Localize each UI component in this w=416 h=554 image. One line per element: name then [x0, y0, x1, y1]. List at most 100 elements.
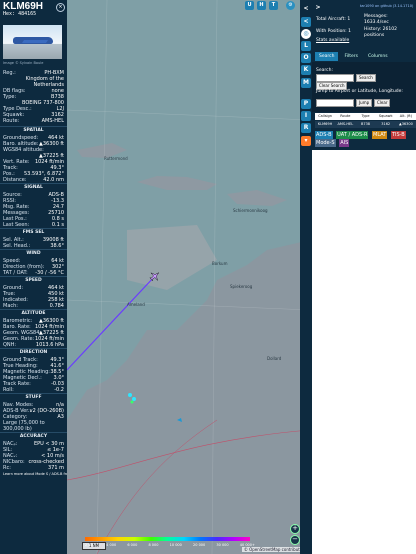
info-row-label: Roll:: [3, 387, 14, 393]
toolbar-button-k[interactable]: K: [301, 65, 311, 75]
filter-icon[interactable]: ▾: [301, 136, 311, 146]
info-footer[interactable]: Learn more about Mode S / ADS-B from the…: [0, 471, 67, 477]
map-button-u[interactable]: U: [245, 1, 254, 10]
source-adsb: ADS-B: [315, 131, 333, 139]
with-position: With Position: 1: [316, 29, 351, 34]
info-row-label: Distance:: [3, 177, 27, 183]
altitude-tick: 20 000: [193, 543, 206, 547]
toolbar-button-r[interactable]: R: [301, 123, 311, 133]
altitude-tick: 4 000: [106, 543, 117, 547]
jump-button[interactable]: Jump: [356, 99, 373, 107]
column-header[interactable]: Callsign: [315, 113, 335, 120]
section-header[interactable]: ALTITUDE: [0, 309, 67, 318]
column-header[interactable]: Type: [355, 113, 375, 120]
tab-search[interactable]: Search: [315, 52, 339, 61]
source-legend: ADS-B UAT / ADS-R MLAT TIS-B Mode-S AIS: [315, 131, 415, 147]
info-row: Mach: 0.784: [0, 303, 67, 309]
place-label-dollard: Dollard: [267, 356, 282, 361]
aircraft-photo[interactable]: [3, 25, 62, 59]
toolbar-back-arrow[interactable]: <: [301, 17, 311, 27]
map[interactable]: Ruttermond Ameland Spiekeroog Schiermonn…: [67, 0, 310, 554]
section-header[interactable]: FMS SEL: [0, 228, 67, 237]
tab-filters[interactable]: Filters: [340, 52, 362, 61]
altitude-tick: 10 000: [169, 543, 182, 547]
info-row-label: Mach:: [3, 303, 18, 309]
section-header[interactable]: SPATIAL: [0, 126, 67, 135]
toolbar-button-o[interactable]: O: [301, 53, 311, 63]
info-row-label: 300,000 lb): [3, 426, 32, 432]
info-row: Route: AMS-HEL: [0, 118, 67, 124]
collapse-arrow-icon[interactable]: <: [301, 4, 311, 14]
table-row[interactable]: KLM69H AMS-HEL B738 3162 ▲36300: [315, 121, 416, 128]
toolbar-button-l[interactable]: L: [301, 41, 311, 51]
column-header[interactable]: Route: [335, 113, 355, 120]
jump-input[interactable]: [316, 99, 354, 107]
place-label-ameland: Ameland: [127, 302, 145, 307]
section-header[interactable]: SIGNAL: [0, 183, 67, 192]
source-uat: UAT / ADS-R: [336, 131, 369, 139]
info-row: Last Seen: 0.1 s: [0, 222, 67, 228]
info-row-value: 0.1 s: [51, 222, 64, 228]
section-header[interactable]: WIND: [0, 249, 67, 258]
center-target-icon[interactable]: ◎: [301, 29, 311, 39]
info-row-value: AMS-HEL: [41, 118, 64, 124]
aircraft-table-header[interactable]: Callsign Route Type Squawk Alt. (ft): [315, 113, 416, 120]
map-button-h[interactable]: H: [257, 1, 266, 10]
section-header[interactable]: ACCURACY: [0, 432, 67, 441]
table-cell: 3162: [381, 122, 391, 126]
info-row: TAT / OAT: -30 / -56 °C: [0, 270, 67, 276]
toolbar-button-m[interactable]: M: [301, 78, 311, 88]
place-label-ruttermond: Ruttermond: [104, 156, 128, 161]
expand-arrow-icon[interactable]: >: [314, 3, 322, 13]
search-input[interactable]: [316, 74, 354, 82]
source-mlat: MLAT: [372, 131, 388, 139]
info-row-value: 1013.6 hPa: [35, 342, 64, 348]
info-row-label: Sel. Head.:: [3, 243, 31, 249]
source-modes: Mode-S: [315, 139, 336, 147]
info-row-value: 38.6°: [50, 243, 64, 249]
tab-columns[interactable]: Columns: [364, 52, 392, 61]
source-tisb: TIS-B: [390, 131, 406, 139]
detail-sections: SPATIAL Groundspeed: 464 kt Baro. altitude:…: [0, 126, 67, 477]
place-label-schiermonnikoog: Schiermonnikoog: [233, 208, 268, 213]
info-row-label: TAT / OAT:: [3, 270, 28, 276]
settings-gear-icon[interactable]: ⚙: [286, 1, 295, 10]
toolbar-button-p[interactable]: P: [301, 99, 311, 109]
info-row: 300,000 lb): [0, 426, 67, 432]
messages-rate: 1633.4/sec: [364, 20, 389, 25]
photo-credit: Image © Sylvain Boule: [3, 61, 44, 65]
altitude-tick: 6 000: [127, 543, 138, 547]
history-label: History: 26102: [364, 27, 397, 32]
zoom-in-button[interactable]: +: [290, 524, 300, 534]
info-row-value: -0.2: [54, 387, 64, 393]
info-row-label: Route:: [3, 118, 20, 124]
right-panel: > tar1090 on github (3.14.1710) Total Ai…: [312, 0, 416, 554]
zoom-out-button[interactable]: −: [290, 535, 300, 545]
close-icon[interactable]: ×: [56, 3, 65, 12]
github-link[interactable]: tar1090 on github (3.14.1710): [360, 4, 413, 8]
info-row-value: -30 / -56 °C: [35, 270, 64, 276]
info-panel: KLM69H Hex: 484165 × Image © Sylvain Bou…: [0, 0, 67, 554]
right-toolbar: < < ◎ L O K M P I R ▾: [300, 0, 312, 554]
column-header[interactable]: Alt. (ft): [396, 113, 416, 120]
table-cell: AMS-HEL: [337, 122, 354, 126]
altitude-tick: 30 000: [216, 543, 229, 547]
panel-tabs: Search Filters Columns: [315, 52, 392, 61]
map-attribution[interactable]: © OpenStreetMap contributors: [241, 547, 308, 552]
search-panel: Search: Search Clear Search Jump to Airp…: [312, 62, 416, 112]
toolbar-button-i[interactable]: I: [301, 111, 311, 121]
total-aircraft: Total Aircraft: 1: [316, 17, 351, 22]
section-header[interactable]: SPEED: [0, 276, 67, 285]
info-row: Sel. Head.: 38.6°: [0, 243, 67, 249]
search-label: Search:: [316, 68, 333, 73]
section-header[interactable]: DIRECTION: [0, 348, 67, 357]
clear-jump-button[interactable]: Clear: [374, 99, 391, 107]
section-header[interactable]: STUFF: [0, 393, 67, 402]
column-header[interactable]: Squawk: [376, 113, 396, 120]
table-cell: B738: [360, 122, 371, 126]
search-button[interactable]: Search: [356, 74, 376, 82]
place-label-spiekeroog: Spiekeroog: [230, 284, 253, 289]
map-button-t[interactable]: T: [269, 1, 278, 10]
stats-link[interactable]: Stats available: [316, 38, 349, 43]
map-canvas[interactable]: Ruttermond Ameland Spiekeroog Schiermonn…: [67, 0, 310, 554]
